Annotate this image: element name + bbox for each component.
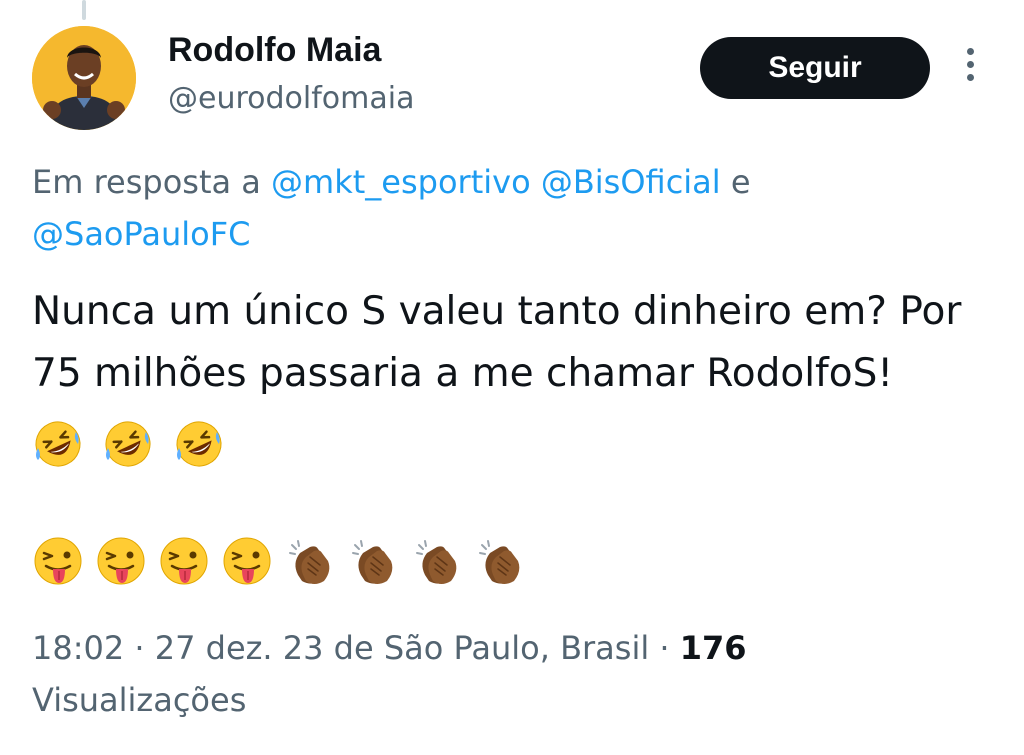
- rolling-on-floor-laughing-icon: [176, 421, 222, 466]
- tweet-body: Nunca um único S valeu tanto dinheiro em…: [32, 289, 962, 396]
- avatar-photo: [32, 26, 136, 130]
- reply-conjunction: e: [730, 163, 751, 201]
- display-name[interactable]: Rodolfo Maia: [168, 28, 381, 72]
- mention-link[interactable]: @mkt_esportivo: [271, 163, 531, 201]
- reply-prefix: Em resposta a: [32, 163, 261, 201]
- clapping-hands-icon: [289, 540, 330, 584]
- winking-face-with-tongue-icon: [97, 537, 145, 585]
- user-handle[interactable]: @eurodolfomaia: [168, 78, 414, 120]
- emoji-line: [32, 535, 532, 595]
- tweet-location: de São Paulo, Brasil: [333, 629, 650, 667]
- meta-separator: ·: [659, 629, 670, 667]
- avatar[interactable]: [32, 26, 136, 130]
- follow-button[interactable]: Seguir: [700, 37, 930, 99]
- tweet-date[interactable]: 27 dez. 23: [155, 629, 324, 667]
- inline-emoji-group: [32, 411, 231, 473]
- reply-context: Em resposta a @mkt_esportivo @BisOficial…: [32, 156, 932, 260]
- winking-face-with-tongue-icon: [34, 537, 82, 585]
- more-vertical-icon[interactable]: [958, 48, 982, 88]
- tweet-metadata: 18:02 · 27 dez. 23 de São Paulo, Brasil …: [32, 622, 972, 726]
- mention-link[interactable]: @BisOficial: [541, 163, 721, 201]
- meta-separator: ·: [134, 629, 145, 667]
- winking-face-with-tongue-icon: [160, 537, 208, 585]
- tweet-time[interactable]: 18:02: [32, 629, 124, 667]
- views-label[interactable]: Visualizações: [32, 681, 246, 719]
- rolling-on-floor-laughing-icon: [105, 421, 151, 466]
- winking-face-with-tongue-icon: [223, 537, 271, 585]
- clapping-hands-icon: [352, 540, 393, 584]
- clapping-hands-icon: [415, 540, 456, 584]
- views-count[interactable]: 176: [680, 629, 747, 667]
- thread-connector-line: [82, 0, 86, 20]
- mention-link[interactable]: @SaoPauloFC: [32, 215, 250, 253]
- tweet-text: Nunca um único S valeu tanto dinheiro em…: [32, 281, 992, 473]
- rolling-on-floor-laughing-icon: [35, 421, 81, 466]
- clapping-hands-icon: [478, 540, 519, 584]
